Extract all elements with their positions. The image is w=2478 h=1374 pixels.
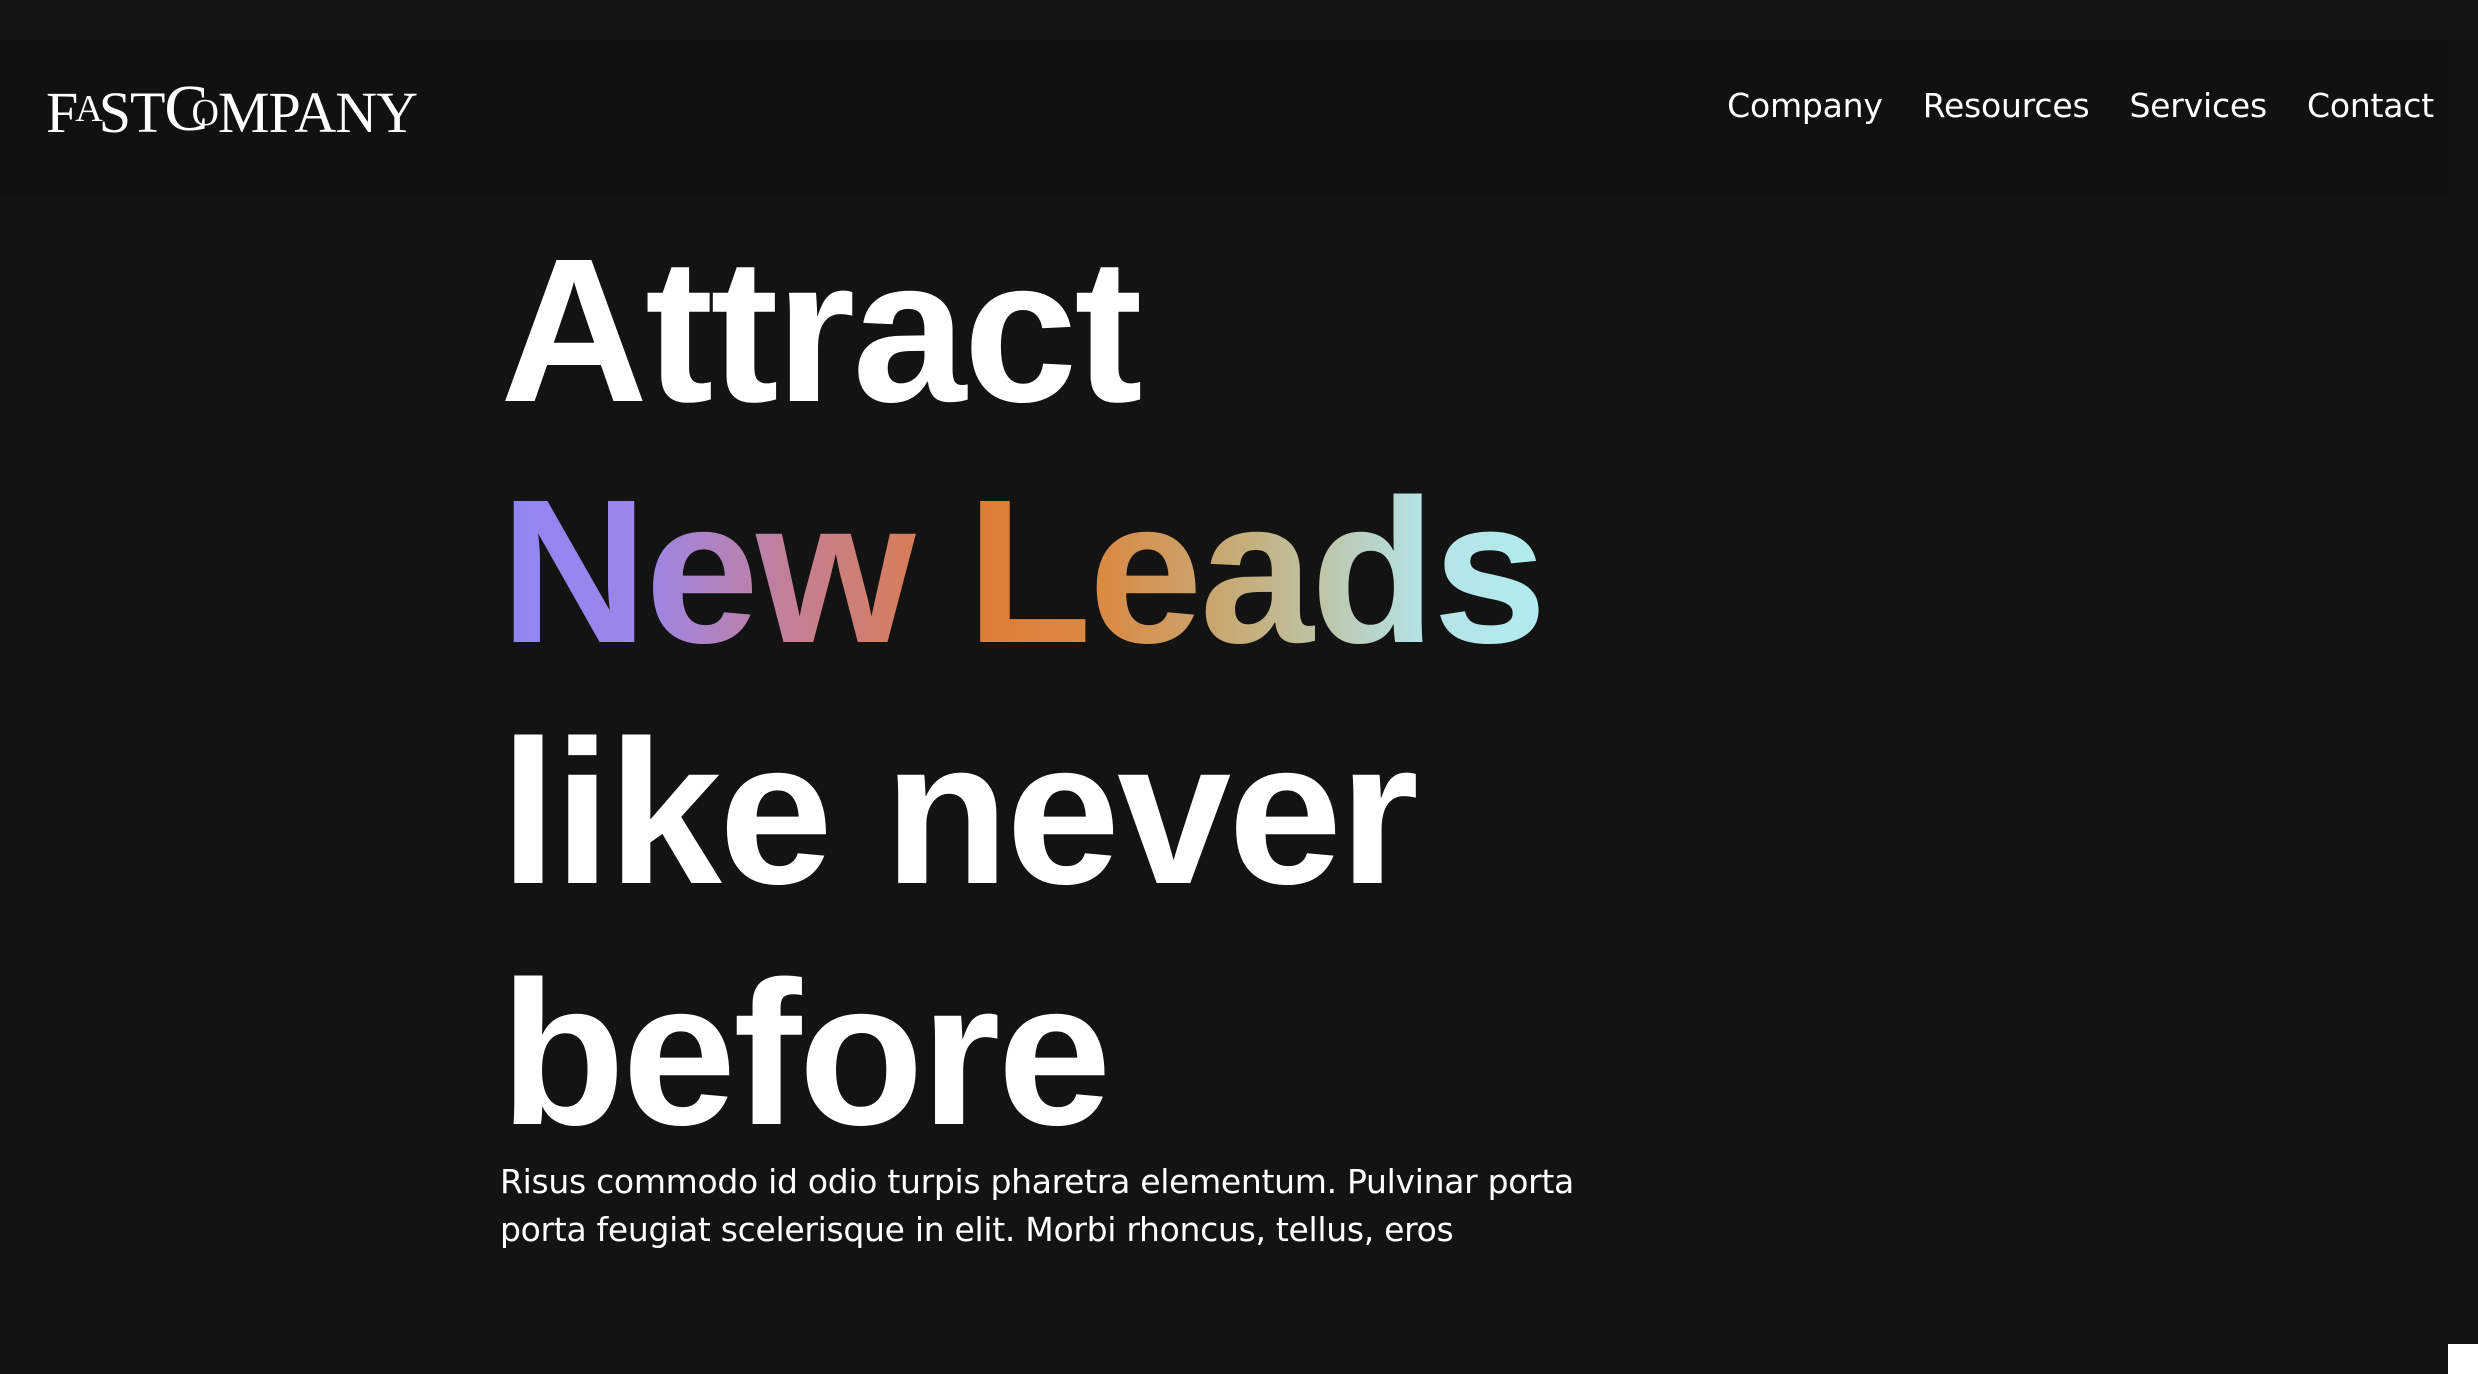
main-nav: Company Resources Services Contact	[1727, 86, 2434, 125]
nav-services[interactable]: Services	[2129, 86, 2267, 125]
hero-headline-line-2: New Leads	[500, 451, 1700, 692]
nav-resources[interactable]: Resources	[1923, 86, 2090, 125]
hero-headline-line-4: before	[500, 939, 1112, 1168]
top-strip	[0, 0, 2478, 40]
hero-headline-line-3: like never	[500, 698, 1419, 927]
hero-subtitle: Risus commodo id odio turpis pharetra el…	[500, 1162, 1574, 1249]
nav-company[interactable]: Company	[1727, 86, 1883, 125]
hero-section: Attract New Leads like never before	[500, 210, 1700, 1174]
nav-contact[interactable]: Contact	[2307, 86, 2434, 125]
site-header: F A ST C O MPANY Company Resources Services C…	[0, 40, 2448, 196]
corner-block	[2448, 1344, 2478, 1374]
fast-company-logo[interactable]: F A ST C O MPANY	[46, 76, 420, 142]
hero-headline-line-1: Attract	[500, 216, 1143, 445]
hero-gradient-text: New Leads	[500, 451, 1547, 692]
